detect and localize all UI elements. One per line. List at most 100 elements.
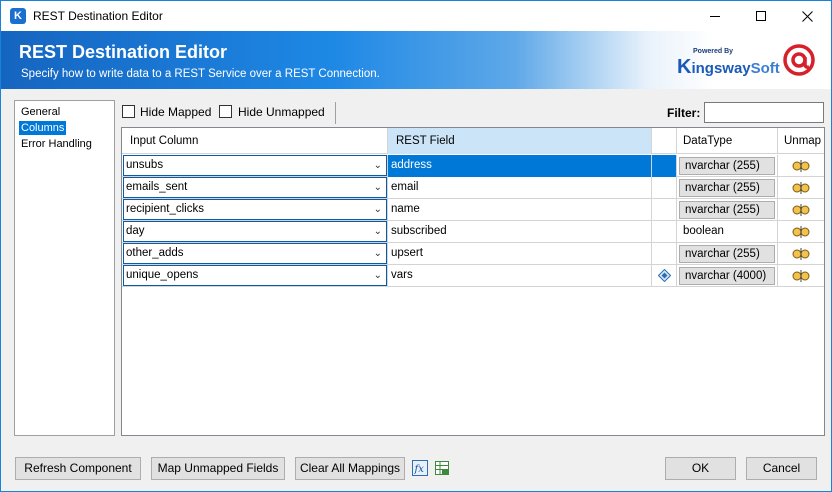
chevron-down-icon: ⌄	[373, 160, 382, 171]
input-column-cell: unsubs ⌄	[122, 155, 388, 177]
nav-item-general[interactable]: General	[19, 105, 62, 119]
brand-name: KingswaySoft	[677, 56, 780, 78]
chevron-down-icon: ⌄	[373, 182, 382, 193]
data-type-button[interactable]: nvarchar (255)	[679, 179, 775, 197]
toolbar-separator	[335, 102, 336, 124]
map-unmapped-fields-button[interactable]: Map Unmapped Fields	[151, 457, 285, 480]
field-indicator-cell	[652, 155, 677, 177]
unmap-cell	[778, 199, 824, 221]
unmap-icon[interactable]	[792, 203, 810, 217]
input-column-dropdown[interactable]: unique_opens ⌄	[123, 265, 387, 286]
header-input-column[interactable]: Input Column	[122, 128, 388, 154]
unmap-cell	[778, 221, 824, 243]
minimize-button[interactable]	[692, 1, 738, 31]
close-icon	[801, 10, 813, 22]
header-rest-field[interactable]: REST Field	[388, 128, 652, 154]
ok-button[interactable]: OK	[665, 457, 736, 480]
unmap-icon[interactable]	[792, 269, 810, 283]
chevron-down-icon: ⌄	[373, 226, 382, 237]
kingswaysoft-logo: Powered By KingswaySoft	[677, 46, 780, 78]
data-type-cell: nvarchar (255)	[677, 177, 778, 199]
banner-subtitle: Specify how to write data to a REST Serv…	[21, 68, 380, 80]
hide-mapped-label: Hide Mapped	[140, 105, 212, 119]
field-attribute-diamond-icon[interactable]	[658, 269, 671, 282]
unmap-icon[interactable]	[792, 159, 810, 173]
filter-label: Filter:	[667, 106, 701, 120]
header-data-type[interactable]: DataType	[677, 128, 778, 154]
title-bar[interactable]: K REST Destination Editor	[1, 1, 831, 31]
field-indicator-cell	[652, 177, 677, 199]
expression-fx-icon[interactable]: fx	[412, 460, 428, 476]
mapping-grid: Input Column REST Field DataType Unmap u…	[121, 127, 825, 436]
table-row[interactable]: recipient_clicks ⌄ name nvarchar (255)	[122, 199, 824, 221]
rest-field-cell[interactable]: vars	[388, 265, 652, 287]
left-navigation: General Columns Error Handling	[14, 100, 115, 436]
header-unmap[interactable]: Unmap	[778, 128, 824, 154]
rest-field-cell[interactable]: email	[388, 177, 652, 199]
header-spacer	[652, 128, 677, 154]
grid-header: Input Column REST Field DataType Unmap	[122, 128, 824, 154]
maximize-icon	[756, 11, 766, 21]
table-row[interactable]: other_adds ⌄ upsert nvarchar (255)	[122, 243, 824, 265]
input-column-dropdown[interactable]: emails_sent ⌄	[123, 177, 387, 198]
refresh-component-button[interactable]: Refresh Component	[15, 457, 141, 480]
unmap-icon[interactable]	[792, 225, 810, 239]
table-row[interactable]: emails_sent ⌄ email nvarchar (255)	[122, 177, 824, 199]
table-row[interactable]: unique_opens ⌄ vars nvarchar (4000)	[122, 265, 824, 287]
header-banner: REST Destination Editor Specify how to w…	[1, 31, 831, 89]
rest-destination-editor-window: K REST Destination Editor REST Destinati…	[0, 0, 832, 492]
input-column-dropdown[interactable]: unsubs ⌄	[123, 155, 387, 176]
close-button[interactable]	[784, 1, 830, 31]
data-type-button[interactable]: nvarchar (255)	[679, 245, 775, 263]
rest-field-cell[interactable]: name	[388, 199, 652, 221]
hide-unmapped-checkbox[interactable]	[219, 105, 232, 118]
at-sign-logo-icon	[783, 44, 815, 76]
data-type-cell: nvarchar (255)	[677, 199, 778, 221]
input-column-cell: day ⌄	[122, 221, 388, 243]
data-type-button[interactable]: nvarchar (255)	[679, 201, 775, 219]
brand-powered-by: Powered By	[693, 48, 734, 55]
input-column-cell: other_adds ⌄	[122, 243, 388, 265]
data-type-cell: nvarchar (255)	[677, 243, 778, 265]
table-row[interactable]: day ⌄ subscribed boolean	[122, 221, 824, 243]
input-column-dropdown[interactable]: day ⌄	[123, 221, 387, 242]
nav-item-error-handling[interactable]: Error Handling	[19, 137, 94, 151]
field-indicator-cell	[652, 221, 677, 243]
rest-field-cell[interactable]: address	[388, 155, 652, 177]
unmap-cell	[778, 177, 824, 199]
minimize-icon	[710, 15, 720, 17]
rest-field-cell[interactable]: subscribed	[388, 221, 652, 243]
spreadsheet-export-icon[interactable]	[434, 460, 450, 476]
input-column-cell: unique_opens ⌄	[122, 265, 388, 287]
data-type-cell: nvarchar (4000)	[677, 265, 778, 287]
input-column-dropdown[interactable]: recipient_clicks ⌄	[123, 199, 387, 220]
unmap-icon[interactable]	[792, 247, 810, 261]
chevron-down-icon: ⌄	[373, 248, 382, 259]
data-type-button[interactable]: nvarchar (4000)	[679, 267, 775, 285]
rest-field-cell[interactable]: upsert	[388, 243, 652, 265]
table-row[interactable]: unsubs ⌄ address nvarchar (255)	[122, 155, 824, 177]
maximize-button[interactable]	[738, 1, 784, 31]
chevron-down-icon: ⌄	[373, 204, 382, 215]
input-column-dropdown[interactable]: other_adds ⌄	[123, 243, 387, 264]
svg-text:fx: fx	[414, 464, 425, 475]
field-indicator-cell	[652, 199, 677, 221]
hide-unmapped-label: Hide Unmapped	[238, 105, 325, 119]
data-type-cell[interactable]: boolean	[677, 221, 778, 243]
banner-title: REST Destination Editor	[19, 42, 228, 62]
input-column-cell: emails_sent ⌄	[122, 177, 388, 199]
hide-mapped-checkbox[interactable]	[122, 105, 135, 118]
field-indicator-cell	[652, 265, 677, 287]
unmap-icon[interactable]	[792, 181, 810, 195]
filter-input[interactable]	[704, 102, 824, 123]
clear-all-mappings-button[interactable]: Clear All Mappings	[295, 457, 405, 480]
input-column-cell: recipient_clicks ⌄	[122, 199, 388, 221]
field-indicator-cell	[652, 243, 677, 265]
data-type-cell: nvarchar (255)	[677, 155, 778, 177]
window-title: REST Destination Editor	[33, 9, 163, 23]
cancel-button[interactable]: Cancel	[746, 457, 817, 480]
data-type-button[interactable]: nvarchar (255)	[679, 157, 775, 175]
unmap-cell	[778, 243, 824, 265]
nav-item-columns[interactable]: Columns	[19, 121, 67, 135]
kingswaysoft-app-icon: K	[10, 8, 26, 24]
